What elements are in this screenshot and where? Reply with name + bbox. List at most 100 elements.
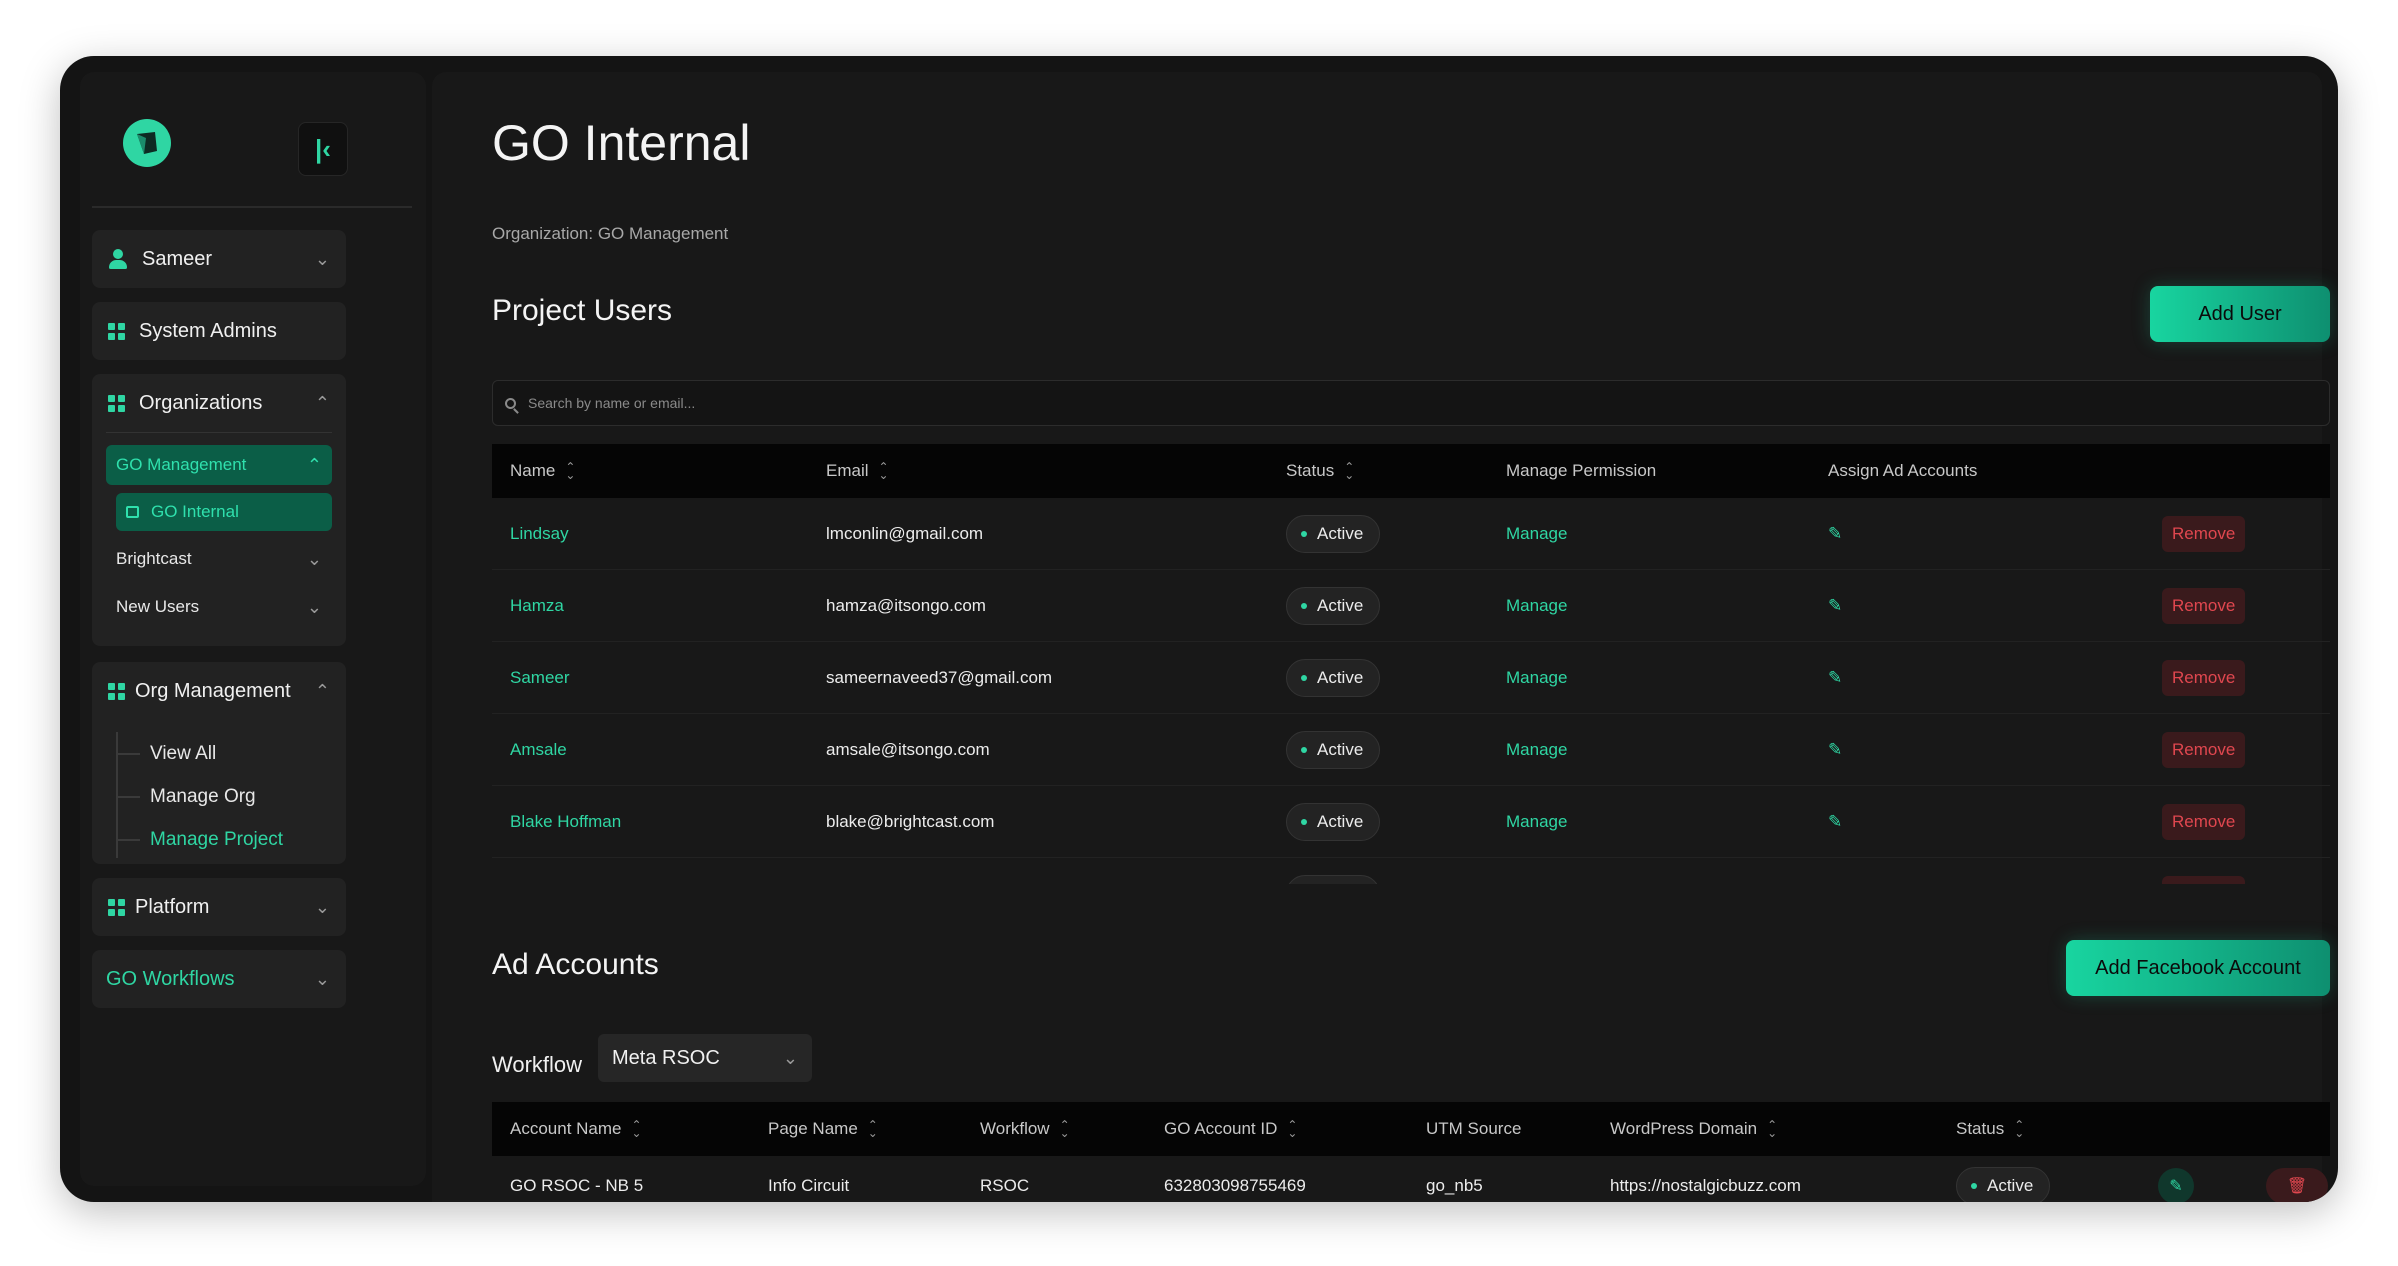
user-email: lmconlin@gmail.com (826, 524, 984, 543)
sort-icon: ⌃ ⌄ (867, 1118, 878, 1140)
sidebar-item-label: Platform (135, 895, 210, 918)
org-management-toggle[interactable]: Org Management ⌃ (92, 662, 346, 720)
sidebar-section-org-management: Org Management ⌃ View All Manage Org Man… (92, 662, 346, 864)
sidebar-item-label: GO Workflows (106, 967, 235, 990)
sort-icon: ⌃ ⌄ (2014, 1118, 2025, 1140)
chevron-up-icon: ⌃ (306, 454, 322, 475)
column-header-status[interactable]: Status ⌃ ⌄ (1286, 444, 1354, 498)
manage-permission-link[interactable]: Manage (1506, 740, 1567, 760)
organizations-toggle[interactable]: Organizations ⌃ (92, 374, 346, 432)
sidebar-item-platform[interactable]: Platform ⌄ (92, 878, 346, 936)
chevron-down-icon: ⌄ (314, 968, 330, 989)
pencil-icon[interactable]: ✎ (1828, 596, 1842, 616)
sidebar-item-view-all[interactable]: View All (116, 732, 346, 775)
sort-icon: ⌃ ⌄ (1287, 1118, 1298, 1140)
status-badge: Active (1286, 587, 1381, 625)
column-header-status[interactable]: Status ⌃ ⌄ (1956, 1102, 2024, 1156)
user-email: amsale@itsongo.com (826, 740, 990, 759)
column-header-workflow[interactable]: Workflow ⌃ ⌄ (980, 1102, 1070, 1156)
user-name-link[interactable]: Lindsay (510, 524, 569, 544)
project-item-go-internal[interactable]: GO Internal (116, 493, 332, 531)
column-header-email[interactable]: Email ⌃ ⌄ (826, 444, 889, 498)
edit-account-button[interactable]: ✎ (2158, 1154, 2194, 1202)
status-badge: Active (1286, 731, 1381, 769)
sort-icon: ⌃ ⌄ (631, 1118, 642, 1140)
add-user-button[interactable]: Add User (2150, 286, 2330, 342)
org-item-brightcast[interactable]: Brightcast ⌄ (92, 535, 346, 583)
wordpress-domain: https://nostalgicbuzz.com (1610, 1176, 1801, 1195)
remove-user-button[interactable]: Remove (2162, 876, 2246, 884)
grid-icon (108, 682, 125, 700)
sidebar-section-organizations: Organizations ⌃ GO Management ⌃ GO Inter… (92, 374, 346, 646)
pencil-icon[interactable]: ✎ (1828, 524, 1842, 544)
user-email: hamza@itsongo.com (826, 596, 986, 615)
status-badge: Active (1956, 1167, 2051, 1202)
organization-subtitle: Organization: GO Management (492, 224, 729, 243)
remove-user-button[interactable]: Remove (2162, 804, 2246, 840)
sidebar-item-system-admins[interactable]: System Admins (92, 302, 346, 360)
org-item-new-users[interactable]: New Users ⌄ (92, 583, 346, 631)
account-name: GO RSOC - NB 5 (510, 1176, 644, 1195)
column-header-page-name[interactable]: Page Name ⌃ ⌄ (768, 1102, 878, 1156)
project-users-title: Project Users (492, 294, 673, 327)
delete-account-button[interactable]: 🗑 (2266, 1154, 2328, 1202)
trash-icon: 🗑 (2266, 1168, 2328, 1202)
chevron-down-icon: ⌄ (306, 596, 322, 617)
users-table-header: Name ⌃ ⌄ Email ⌃ ⌄ Status ⌃ ⌄ Manage Permissio… (492, 444, 2330, 498)
manage-permission-link[interactable]: Manage (1506, 524, 1567, 544)
column-header-go-account-id[interactable]: GO Account ID ⌃ ⌄ (1164, 1102, 1297, 1156)
table-row: Amsale amsale@itsongo.com Active Manage ✎ Rem… (492, 714, 2330, 786)
grid-icon (108, 898, 125, 916)
user-name-link[interactable]: Blake Hoffman (510, 812, 621, 832)
sidebar-item-go-workflows[interactable]: GO Workflows ⌄ (92, 950, 346, 1008)
sidebar-item-manage-project[interactable]: Manage Project (116, 818, 346, 861)
org-item-go-management[interactable]: GO Management ⌃ (106, 445, 332, 485)
workflow-select[interactable]: Meta RSOC ⌄ (598, 1034, 812, 1082)
status-dot (1301, 819, 1307, 825)
sidebar-divider (92, 206, 412, 208)
search-placeholder: Search by name or email... (528, 395, 696, 411)
user-name-link[interactable]: Hamza (510, 596, 564, 616)
column-header-name[interactable]: Name ⌃ ⌄ (510, 444, 575, 498)
remove-user-button[interactable]: Remove (2162, 732, 2246, 768)
table-row: Blake Hoffman blake@brightcast.com Active M… (492, 786, 2330, 858)
ad-account-row: GO RSOC - NB 5 Info Circuit RSOC 6328030… (492, 1154, 2330, 1202)
status-dot (1971, 1183, 1977, 1189)
sort-icon: ⌃ ⌄ (1767, 1118, 1778, 1140)
sidebar: |‹ Sameer ⌄ System Admins Organizations … (80, 72, 426, 1186)
table-row: Sameer sameernaveed37@gmail.com Active Mana… (492, 642, 2330, 714)
sidebar-item-manage-org[interactable]: Manage Org (116, 775, 346, 818)
manage-permission-link[interactable]: Manage (1506, 668, 1567, 688)
sort-icon: ⌃ ⌄ (565, 460, 576, 482)
collapse-sidebar-button[interactable]: |‹ (298, 122, 348, 176)
app-window: |‹ Sameer ⌄ System Admins Organizations … (60, 56, 2338, 1202)
user-name-link[interactable]: Sameer (510, 668, 570, 688)
go-account-id: 632803098755469 (1164, 1176, 1306, 1195)
column-header-wordpress-domain[interactable]: WordPress Domain ⌃ ⌄ (1610, 1102, 1777, 1156)
pencil-icon[interactable]: ✎ (1828, 740, 1842, 760)
status-badge: Active (1286, 515, 1381, 553)
grid-icon (108, 322, 125, 340)
org-label: Brightcast (116, 549, 192, 568)
brand-logo-icon[interactable] (122, 118, 172, 168)
manage-permission-link[interactable]: Manage (1506, 596, 1567, 616)
pencil-icon[interactable]: ✎ (1828, 812, 1842, 832)
ad-accounts-title: Ad Accounts (492, 948, 659, 981)
pencil-icon[interactable]: ✎ (1828, 668, 1842, 688)
add-facebook-account-button[interactable]: Add Facebook Account (2066, 940, 2330, 996)
sidebar-item-label: Organizations (139, 391, 263, 414)
org-label: GO Management (116, 455, 247, 474)
column-header-utm-source: UTM Source (1426, 1119, 1522, 1138)
remove-user-button[interactable]: Remove (2162, 588, 2246, 624)
user-name-link[interactable]: Amsale (510, 740, 567, 760)
manage-permission-link[interactable]: Manage (1506, 812, 1567, 832)
sort-icon: ⌃ ⌄ (878, 460, 889, 482)
remove-user-button[interactable]: Remove (2162, 660, 2246, 696)
column-header-account-name[interactable]: Account Name ⌃ ⌄ (510, 1102, 642, 1156)
remove-user-button[interactable]: Remove (2162, 516, 2246, 552)
user-menu[interactable]: Sameer ⌄ (92, 230, 346, 288)
sidebar-item-label: Org Management (135, 679, 291, 702)
search-input[interactable]: Search by name or email... (492, 380, 2330, 426)
status-badge: Active (1286, 659, 1381, 697)
chevron-up-icon: ⌃ (314, 680, 330, 701)
